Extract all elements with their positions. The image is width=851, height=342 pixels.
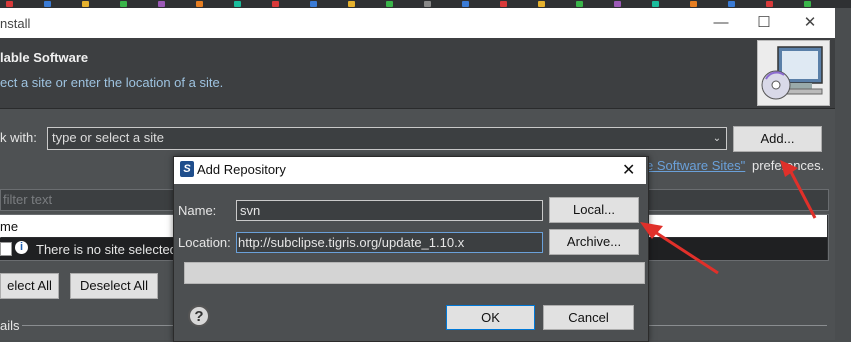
annotation-arrowhead-1 [780, 160, 798, 177]
annotation-arrow-shaft-2 [654, 230, 719, 275]
annotation-arrows [640, 160, 817, 275]
annotation-arrow-shaft-1 [788, 169, 817, 219]
